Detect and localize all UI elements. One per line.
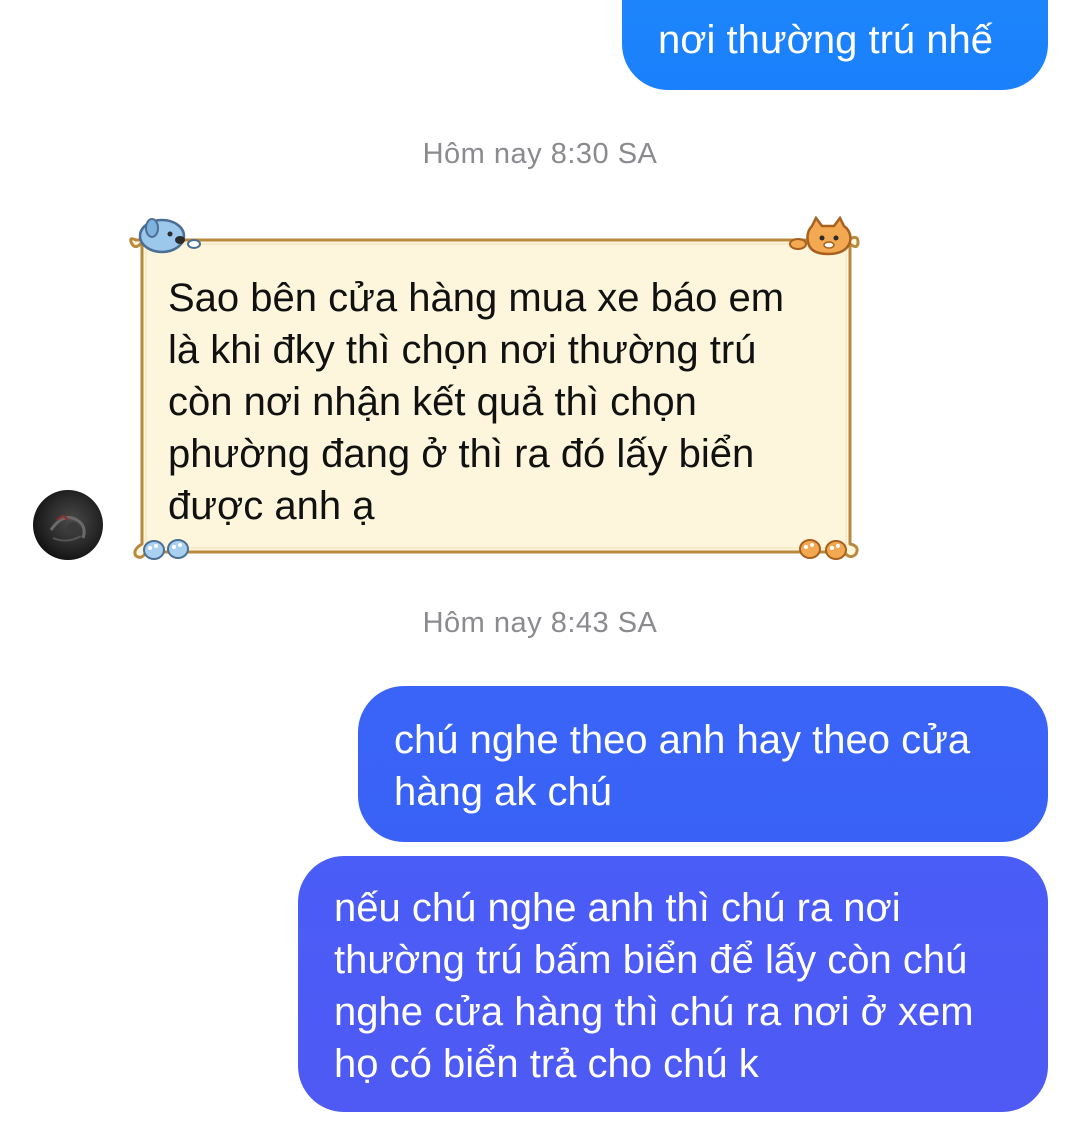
contact-avatar[interactable]	[33, 490, 103, 560]
message-line: nếu chú nghe anh thì chú ra nơi	[334, 886, 901, 930]
orange-cat-icon	[789, 216, 852, 256]
message-line: hàng ak chú	[394, 770, 612, 814]
outgoing-message-bubble[interactable]: nơi thường trú nhế	[622, 0, 1048, 90]
message-timestamp: Hôm nay 8:43 SA	[422, 607, 658, 639]
incoming-message-bubble[interactable]: Sao bên cửa hàng mua xe báo em là khi đk…	[128, 214, 862, 564]
message-text: Sao bên cửa hàng mua xe báo em là khi đk…	[168, 272, 838, 532]
message-line: họ có biển trả cho chú k	[334, 1042, 759, 1086]
blue-puppy-icon	[138, 218, 201, 254]
message-text: nơi thường trú nhế	[658, 18, 993, 62]
message-line: là khi đky thì chọn nơi thường trú	[168, 328, 757, 372]
blue-paw-icon	[143, 539, 189, 560]
message-line: phường đang ở thì ra đó lấy biển	[168, 432, 755, 476]
outgoing-message-bubble[interactable]: nếu chú nghe anh thì chú ra nơi thường t…	[298, 856, 1048, 1112]
orange-paw-icon	[799, 539, 847, 560]
message-line: được anh ạ	[168, 484, 375, 528]
message-line: Sao bên cửa hàng mua xe báo em	[168, 276, 785, 320]
outgoing-message-bubble[interactable]: chú nghe theo anh hay theo cửa hàng ak c…	[358, 686, 1048, 842]
message-line: nghe cửa hàng thì chú ra nơi ở xem	[334, 990, 974, 1034]
message-line: chú nghe theo anh hay theo cửa	[394, 718, 971, 762]
message-line: còn nơi nhận kết quả thì chọn	[168, 380, 697, 424]
message-timestamp: Hôm nay 8:30 SA	[422, 138, 658, 170]
message-line: thường trú bấm biển để lấy còn chú	[334, 938, 968, 982]
